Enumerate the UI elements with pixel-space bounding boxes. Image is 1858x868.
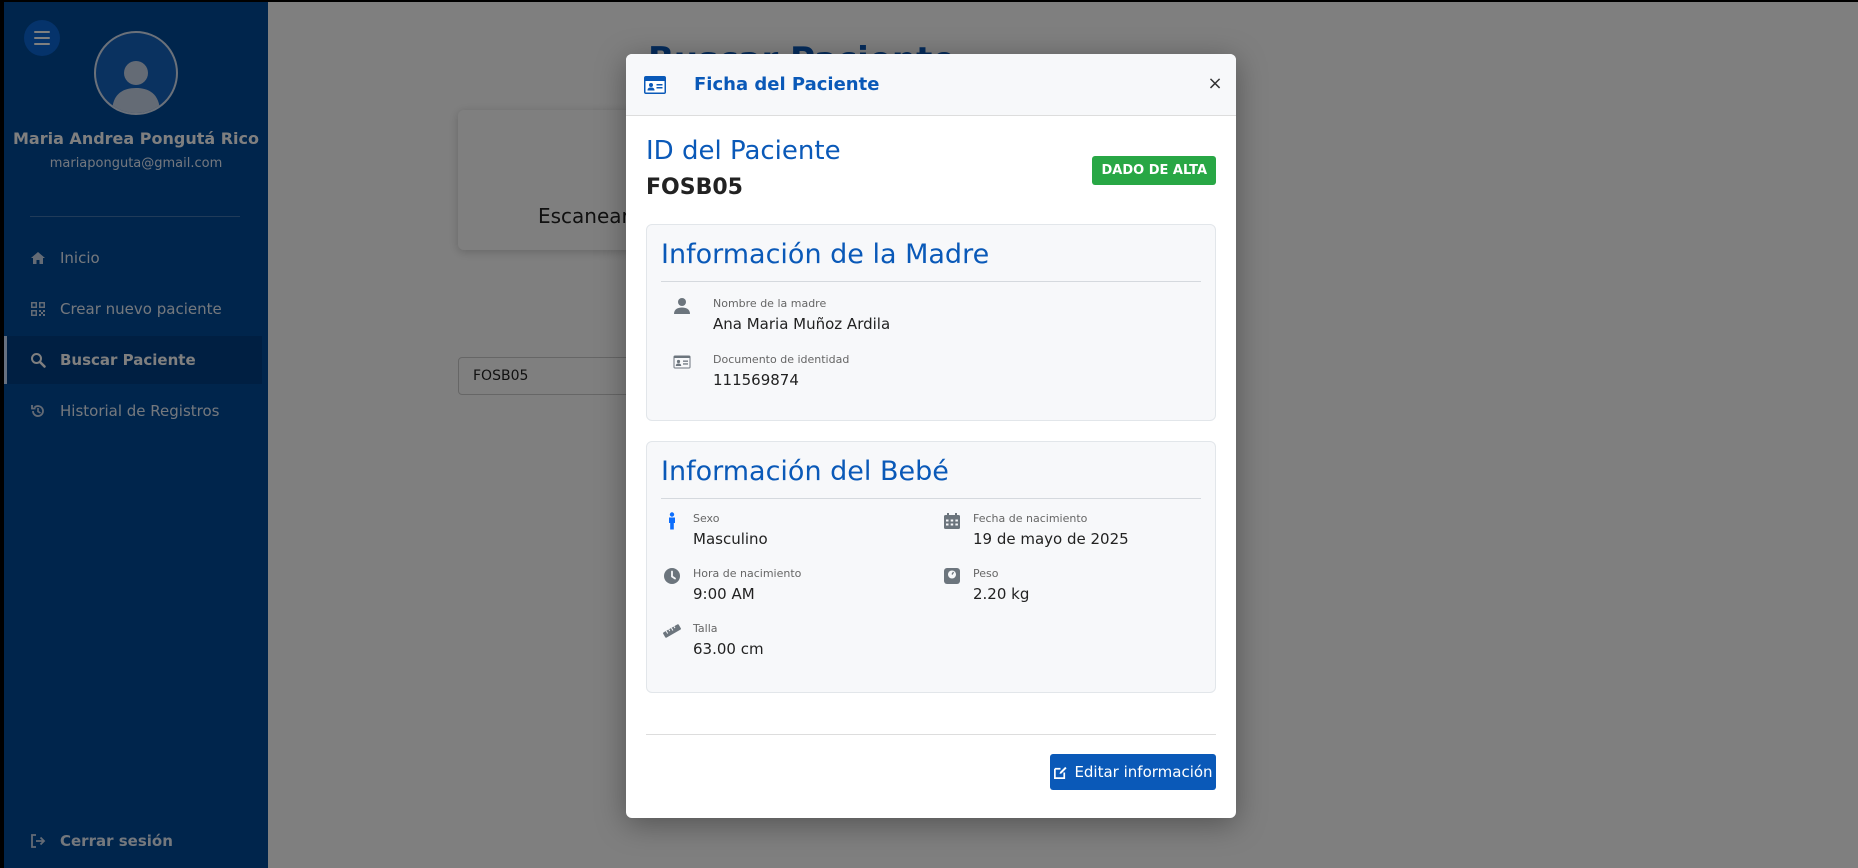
- id-card-icon: [644, 75, 666, 94]
- panel-divider: [661, 498, 1201, 499]
- patient-id-label: ID del Paciente: [646, 136, 841, 166]
- patient-modal: Ficha del Paciente × ID del Paciente FOS…: [626, 54, 1236, 818]
- mother-info-panel: Información de la Madre Nombre de la mad…: [646, 224, 1216, 421]
- field-label: Hora de nacimiento: [693, 567, 802, 580]
- weight-scale-icon: [944, 568, 960, 584]
- modal-header: Ficha del Paciente ×: [626, 54, 1236, 116]
- field-label: Documento de identidad: [713, 353, 850, 366]
- field-value: 111569874: [713, 371, 799, 389]
- field-label: Sexo: [693, 512, 720, 525]
- ruler-icon: [663, 624, 681, 638]
- baby-panel-title: Información del Bebé: [661, 456, 949, 487]
- field-value: Masculino: [693, 530, 768, 548]
- clock-icon: [664, 568, 680, 584]
- user-icon: [674, 298, 690, 314]
- status-badge: DADO DE ALTA: [1092, 156, 1216, 185]
- male-icon: [669, 512, 675, 530]
- field-value: 2.20 kg: [973, 585, 1030, 603]
- baby-info-panel: Información del Bebé Sexo Masculino Fech…: [646, 441, 1216, 693]
- footer-divider: [646, 734, 1216, 735]
- calendar-icon: [944, 513, 960, 529]
- modal-title: Ficha del Paciente: [694, 74, 880, 95]
- edit-button-label: Editar información: [1074, 763, 1213, 781]
- field-label: Talla: [693, 622, 718, 635]
- close-button[interactable]: ×: [1206, 74, 1224, 94]
- panel-divider: [661, 281, 1201, 282]
- field-value: 9:00 AM: [693, 585, 755, 603]
- app-window: Maria Andrea Pongutá Rico mariaponguta@g…: [4, 2, 1858, 868]
- edit-icon: [1054, 766, 1068, 779]
- field-label: Peso: [973, 567, 999, 580]
- mother-panel-title: Información de la Madre: [661, 239, 990, 270]
- field-value: Ana Maria Muñoz Ardila: [713, 315, 891, 333]
- edit-info-button[interactable]: Editar información: [1050, 754, 1216, 790]
- field-value: 63.00 cm: [693, 640, 764, 658]
- field-label: Nombre de la madre: [713, 297, 827, 310]
- patient-id-value: FOSB05: [646, 175, 743, 200]
- field-value: 19 de mayo de 2025: [973, 530, 1129, 548]
- field-label: Fecha de nacimiento: [973, 512, 1088, 525]
- id-card-icon: [673, 355, 691, 369]
